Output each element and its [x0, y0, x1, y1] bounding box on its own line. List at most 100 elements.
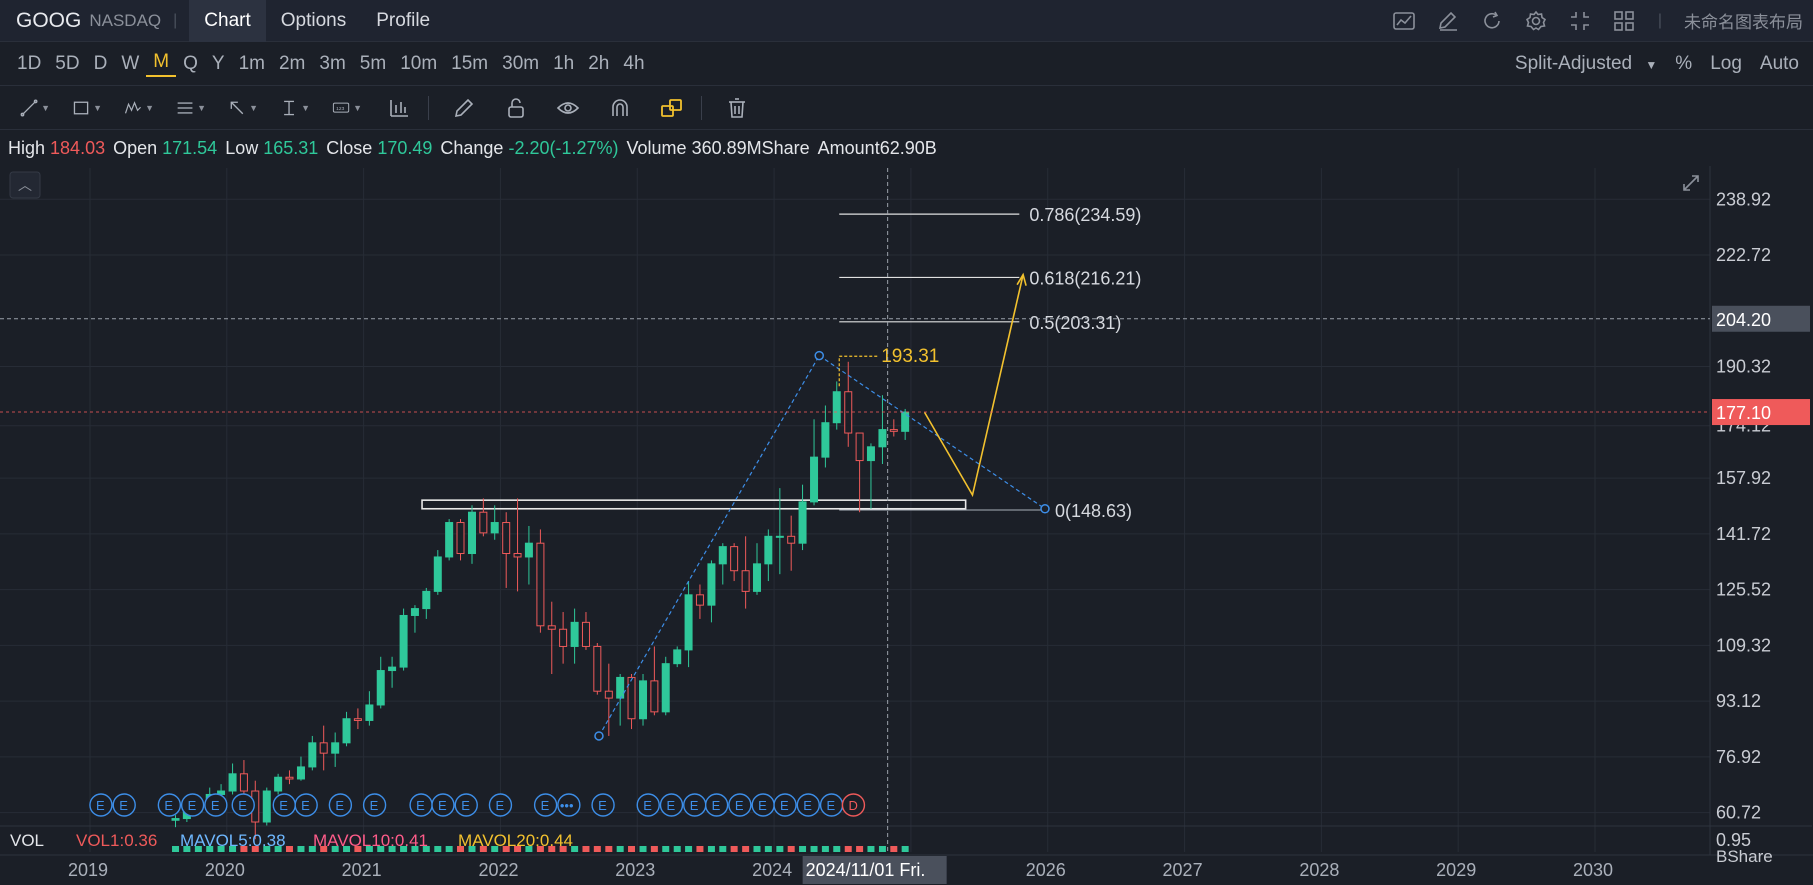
fib-level-label: 0(148.63) [1055, 501, 1132, 521]
candle-body[interactable] [695, 594, 704, 606]
earnings-marker-label: E [735, 798, 744, 813]
trend-point[interactable] [594, 731, 604, 741]
candle-body[interactable] [604, 690, 613, 699]
candle-body[interactable] [707, 563, 716, 606]
volume-bar [821, 846, 829, 852]
earnings-marker-label: E [690, 798, 699, 813]
candle-body[interactable] [296, 766, 305, 780]
candle-body[interactable] [285, 776, 294, 780]
candle-body[interactable] [718, 546, 727, 565]
volume-legend-item: MAVOL5:0.38 [180, 831, 286, 850]
volume-bar [650, 846, 658, 852]
volume-bar [628, 846, 636, 852]
candle-body[interactable] [764, 535, 773, 565]
trend-point[interactable] [1040, 504, 1050, 514]
earnings-marker-label: E [541, 798, 550, 813]
candle-body[interactable] [376, 670, 385, 706]
candle-body[interactable] [616, 676, 625, 699]
candle-body[interactable] [490, 522, 499, 534]
candle-body[interactable] [832, 391, 841, 424]
candle-body[interactable] [661, 663, 670, 713]
earnings-marker-label: E [461, 798, 470, 813]
candle-body[interactable] [889, 429, 898, 432]
expand-icon[interactable] [1683, 175, 1699, 191]
peak-annotation-label: 193.31 [881, 346, 939, 367]
candle-body[interactable] [388, 666, 397, 672]
candle-body[interactable] [410, 608, 419, 616]
candle-body[interactable] [581, 621, 590, 647]
candle-body[interactable] [810, 456, 819, 503]
candle-body[interactable] [741, 570, 750, 592]
peak-annotation-line [838, 355, 880, 387]
candle-body[interactable] [274, 776, 283, 792]
trend-point[interactable] [814, 350, 824, 361]
volume-bar [616, 846, 624, 852]
candle-body[interactable] [798, 501, 807, 544]
candle-body[interactable] [331, 742, 340, 754]
trend-line[interactable] [598, 355, 820, 737]
candle-body[interactable] [456, 522, 465, 555]
candle-body[interactable] [467, 511, 476, 555]
candle-body[interactable] [775, 535, 784, 538]
earnings-marker-label: E [335, 798, 344, 813]
y-tick-label: 190.32 [1716, 357, 1771, 377]
earnings-marker-label: E [238, 798, 247, 813]
candle-body[interactable] [536, 542, 545, 627]
candle-body[interactable] [878, 429, 887, 448]
candle-body[interactable] [308, 742, 317, 768]
candle-body[interactable] [319, 742, 328, 754]
candle-body[interactable] [399, 614, 408, 668]
candle-body[interactable] [262, 790, 271, 823]
candle-body[interactable] [752, 563, 761, 592]
candle-body[interactable] [342, 718, 351, 744]
y-tick-label: 60.72 [1716, 803, 1761, 823]
earnings-marker-label: E [279, 798, 288, 813]
candle-body[interactable] [502, 522, 511, 555]
candle-body[interactable] [821, 422, 830, 458]
candle-body[interactable] [730, 546, 739, 572]
candle-body[interactable] [171, 818, 180, 821]
candle-body[interactable] [365, 704, 374, 721]
candle-body[interactable] [684, 594, 693, 651]
trend-line[interactable] [818, 355, 1046, 510]
y-tick-label: 238.92 [1716, 189, 1771, 209]
candle-body[interactable] [445, 522, 454, 558]
candle-body[interactable] [639, 680, 648, 720]
hover-price-label: 204.20 [1716, 310, 1771, 330]
x-tick-label: 2024 [752, 860, 792, 880]
candle-body[interactable] [433, 556, 442, 592]
x-tick-label: 2028 [1299, 860, 1339, 880]
earnings-marker-label: E [164, 798, 173, 813]
candle-body[interactable] [593, 645, 602, 692]
candle-body[interactable] [570, 621, 579, 647]
price-chart[interactable]: ︿238.92222.72190.32174.12157.92141.72125… [0, 0, 1813, 885]
candle-body[interactable] [855, 432, 864, 462]
earnings-marker-label: D [848, 798, 857, 813]
candle-body[interactable] [524, 542, 533, 558]
candle-body[interactable] [650, 680, 659, 713]
candle-body[interactable] [513, 553, 522, 558]
candle-body[interactable] [228, 773, 237, 792]
volume-bar [297, 846, 305, 852]
candle-body[interactable] [866, 446, 875, 462]
earnings-marker-label: E [758, 798, 767, 813]
candle-body[interactable] [479, 511, 488, 534]
volume-bar [582, 846, 590, 852]
candle-body[interactable] [673, 649, 682, 665]
candle-body[interactable] [353, 718, 362, 721]
candle-body[interactable] [787, 535, 796, 544]
support-zone-box[interactable] [421, 499, 967, 510]
projection-path[interactable] [923, 274, 1024, 498]
candle-body[interactable] [422, 590, 431, 610]
earnings-marker-label: E [370, 798, 379, 813]
volume-bar [593, 846, 601, 852]
volume-bar [662, 846, 670, 852]
candle-body[interactable] [627, 676, 636, 720]
x-tick-label: 2022 [478, 860, 518, 880]
candle-body[interactable] [239, 773, 248, 792]
volume-bar [742, 846, 750, 852]
volume-bar [685, 846, 693, 852]
last-price-label: 177.10 [1716, 403, 1771, 423]
candle-body[interactable] [559, 628, 568, 647]
candle-body[interactable] [547, 625, 556, 630]
